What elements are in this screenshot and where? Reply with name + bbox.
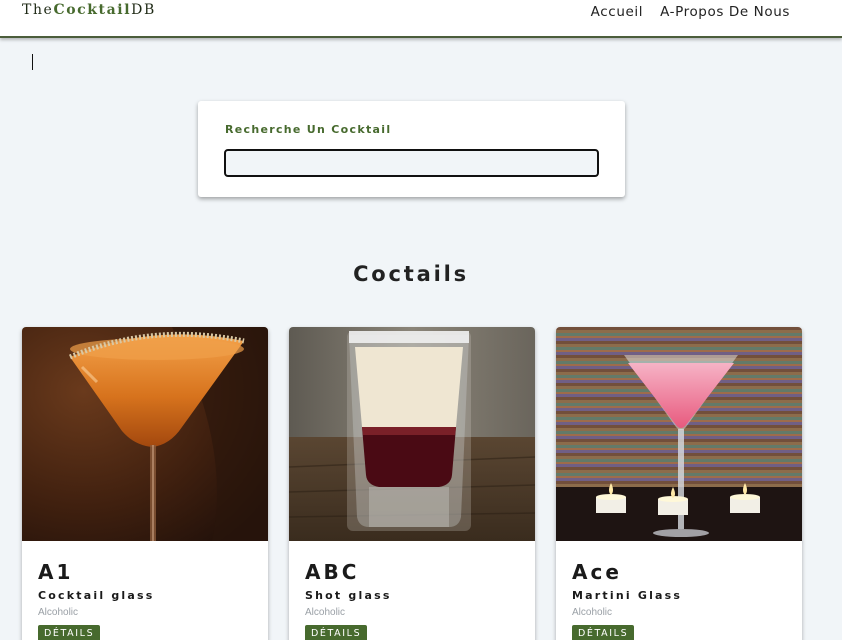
cocktail-card: ABC Shot glass Alcoholic DÉTAILS xyxy=(289,327,535,640)
cocktail-glass: Cocktail glass xyxy=(38,589,155,602)
cocktail-name: A1 xyxy=(38,560,74,584)
search-form: Recherche Un Cocktail xyxy=(198,101,625,197)
cocktail-name: ABC xyxy=(305,560,360,584)
nav-links: Accueil A-Propos De Nous xyxy=(591,4,790,20)
details-button[interactable]: DÉTAILS xyxy=(38,625,101,640)
cocktail-info: Alcoholic xyxy=(305,607,346,618)
details-button[interactable]: DÉTAILS xyxy=(572,625,635,640)
text-caret xyxy=(32,54,33,70)
cocktail-info: Alcoholic xyxy=(38,607,79,618)
cocktail-name: Ace xyxy=(572,560,622,584)
nav-link-a-propos[interactable]: A-Propos De Nous xyxy=(660,4,790,20)
logo[interactable]: TheCocktailDB xyxy=(22,2,156,18)
logo-prefix: The xyxy=(22,2,54,18)
abc-shot-photo[interactable] xyxy=(289,327,535,541)
cocktail-glass: Martini Glass xyxy=(572,589,683,602)
cocktail-card: Ace Martini Glass Alcoholic DÉTAILS xyxy=(556,327,802,640)
cocktail-card: A1 Cocktail glass Alcoholic DÉTAILS xyxy=(22,327,268,640)
cocktail-info: Alcoholic xyxy=(572,607,613,618)
nav-link-accueil[interactable]: Accueil xyxy=(591,4,643,20)
section-title: Coctails xyxy=(353,262,469,286)
logo-suffix: DB xyxy=(131,2,156,18)
a1-cocktail-photo[interactable] xyxy=(22,327,268,541)
search-label: Recherche Un Cocktail xyxy=(225,123,392,136)
details-button[interactable]: DÉTAILS xyxy=(305,625,368,640)
ace-martini-photo[interactable] xyxy=(556,327,802,541)
cocktail-glass: Shot glass xyxy=(305,589,392,602)
navbar: TheCocktailDB Accueil A-Propos De Nous xyxy=(0,0,842,38)
search-input[interactable] xyxy=(224,149,599,177)
logo-bold: Cocktail xyxy=(53,2,132,18)
